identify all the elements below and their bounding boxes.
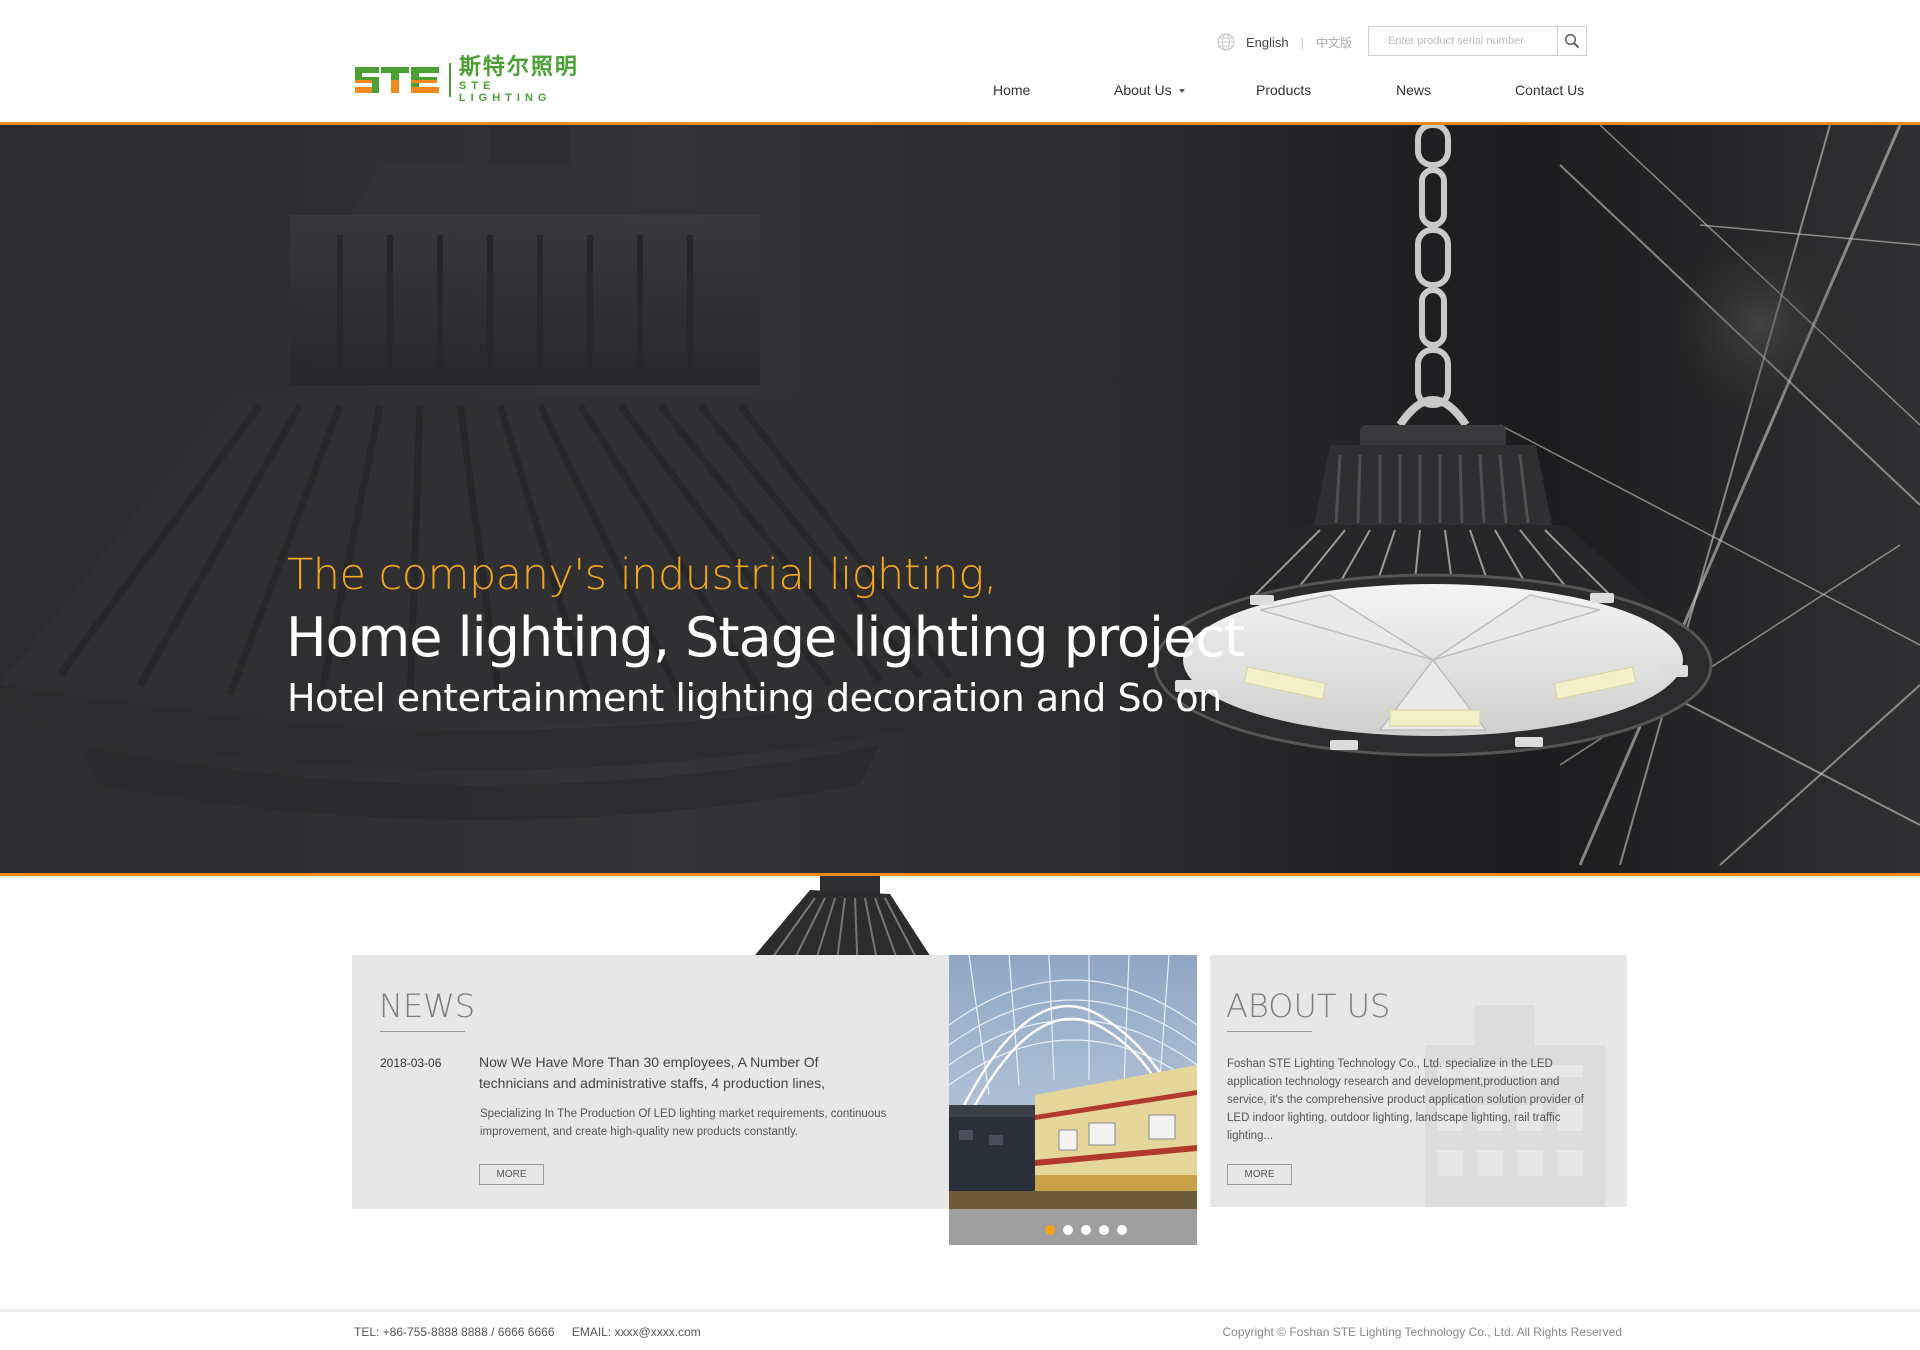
news-title-underline: [380, 1031, 465, 1032]
ufo-high-bay-lamp: [1153, 425, 1713, 757]
slider-dot-4[interactable]: [1099, 1225, 1109, 1235]
about-title-underline: [1227, 1031, 1312, 1032]
nav-item-home[interactable]: Home: [993, 80, 1030, 100]
logo-name-en: STE LIGHTING: [458, 80, 552, 104]
about-section: ABOUT US Foshan STE Lighting Technology …: [1210, 955, 1627, 1207]
product-search: [1368, 26, 1587, 56]
about-description: Foshan STE Lighting Technology Co., Ltd.…: [1227, 1058, 1584, 1142]
search-icon: [1564, 33, 1580, 49]
nav-item-products[interactable]: Products: [1256, 80, 1311, 100]
slider-dot-3[interactable]: [1081, 1225, 1091, 1235]
search-button[interactable]: [1557, 27, 1586, 55]
main-nav: Home About Us Products News Contact Us: [960, 80, 1590, 100]
about-title: ABOUT US: [1226, 987, 1391, 1025]
lamp-chain: [1396, 125, 1470, 428]
factory-photo: [949, 955, 1197, 1209]
slider-dot-1[interactable]: [1045, 1225, 1055, 1235]
hero-banner[interactable]: The company's industrial lighting, Home …: [0, 122, 1920, 876]
site-logo[interactable]: 斯特尔照明 STE LIGHTING: [353, 56, 589, 104]
logo-text: 斯特尔照明 STE LIGHTING: [458, 55, 589, 105]
hero-headline-main: Home lighting, Stage lighting project: [286, 606, 1245, 669]
nav-label: Products: [1256, 82, 1312, 98]
nav-item-contact-us[interactable]: Contact Us: [1515, 80, 1584, 100]
language-switcher: English | 中文版: [1216, 32, 1352, 52]
ste-logo-mark: [353, 63, 443, 97]
footer-divider: [0, 1309, 1920, 1312]
slider-dot-5[interactable]: [1117, 1225, 1127, 1235]
hero-headline-sub: Hotel entertainment lighting decoration …: [287, 676, 1222, 720]
news-section: NEWS 2018-03-06 Now We Have More Than 30…: [352, 955, 949, 1209]
footer-copyright: Copyright © Foshan STE Lighting Technolo…: [1222, 1325, 1623, 1339]
hero-headline-accent: The company's industrial lighting,: [287, 550, 997, 600]
caret-down-icon: [1178, 89, 1185, 94]
search-input[interactable]: [1369, 27, 1557, 55]
nav-label: News: [1396, 82, 1432, 98]
news-description: Specializing In The Production Of LED li…: [480, 1108, 887, 1138]
slider-dot-2[interactable]: [1063, 1225, 1073, 1235]
globe-icon: [1217, 33, 1235, 51]
news-more-button[interactable]: MORE: [479, 1164, 544, 1185]
about-more-button[interactable]: MORE: [1227, 1164, 1292, 1185]
news-title: NEWS: [379, 987, 476, 1025]
news-date: 2018-03-06: [380, 1056, 442, 1070]
footer-email[interactable]: EMAIL: xxxx@xxxx.com: [572, 1325, 701, 1339]
nav-label: About Us: [1114, 82, 1172, 98]
footer-contact: TEL: +86-755-8888 8888 / 6666 6666 EMAIL…: [354, 1325, 715, 1339]
nav-item-news[interactable]: News: [1396, 80, 1431, 100]
lang-separator: |: [1300, 34, 1305, 50]
lang-english-link[interactable]: English: [1246, 35, 1289, 50]
news-headline-link[interactable]: Now We Have More Than 30 employees, A Nu…: [479, 1052, 859, 1094]
slider-dots: [1045, 1225, 1135, 1235]
site-header: 斯特尔照明 STE LIGHTING English | 中文版 Home: [0, 0, 1920, 122]
light-rays: [1499, 125, 1920, 866]
lang-chinese-link[interactable]: 中文版: [1316, 34, 1352, 51]
footer-tel: TEL: +86-755-8888 8888 / 6666 6666: [354, 1325, 555, 1339]
nav-label: Contact Us: [1515, 82, 1585, 98]
photo-slider: [949, 955, 1197, 1245]
nav-label: Home: [993, 82, 1031, 98]
logo-name-cn: 斯特尔照明: [458, 55, 579, 80]
logo-divider: [449, 63, 451, 97]
hero-artwork: [0, 125, 1920, 866]
nav-item-about-us[interactable]: About Us: [1114, 80, 1185, 100]
